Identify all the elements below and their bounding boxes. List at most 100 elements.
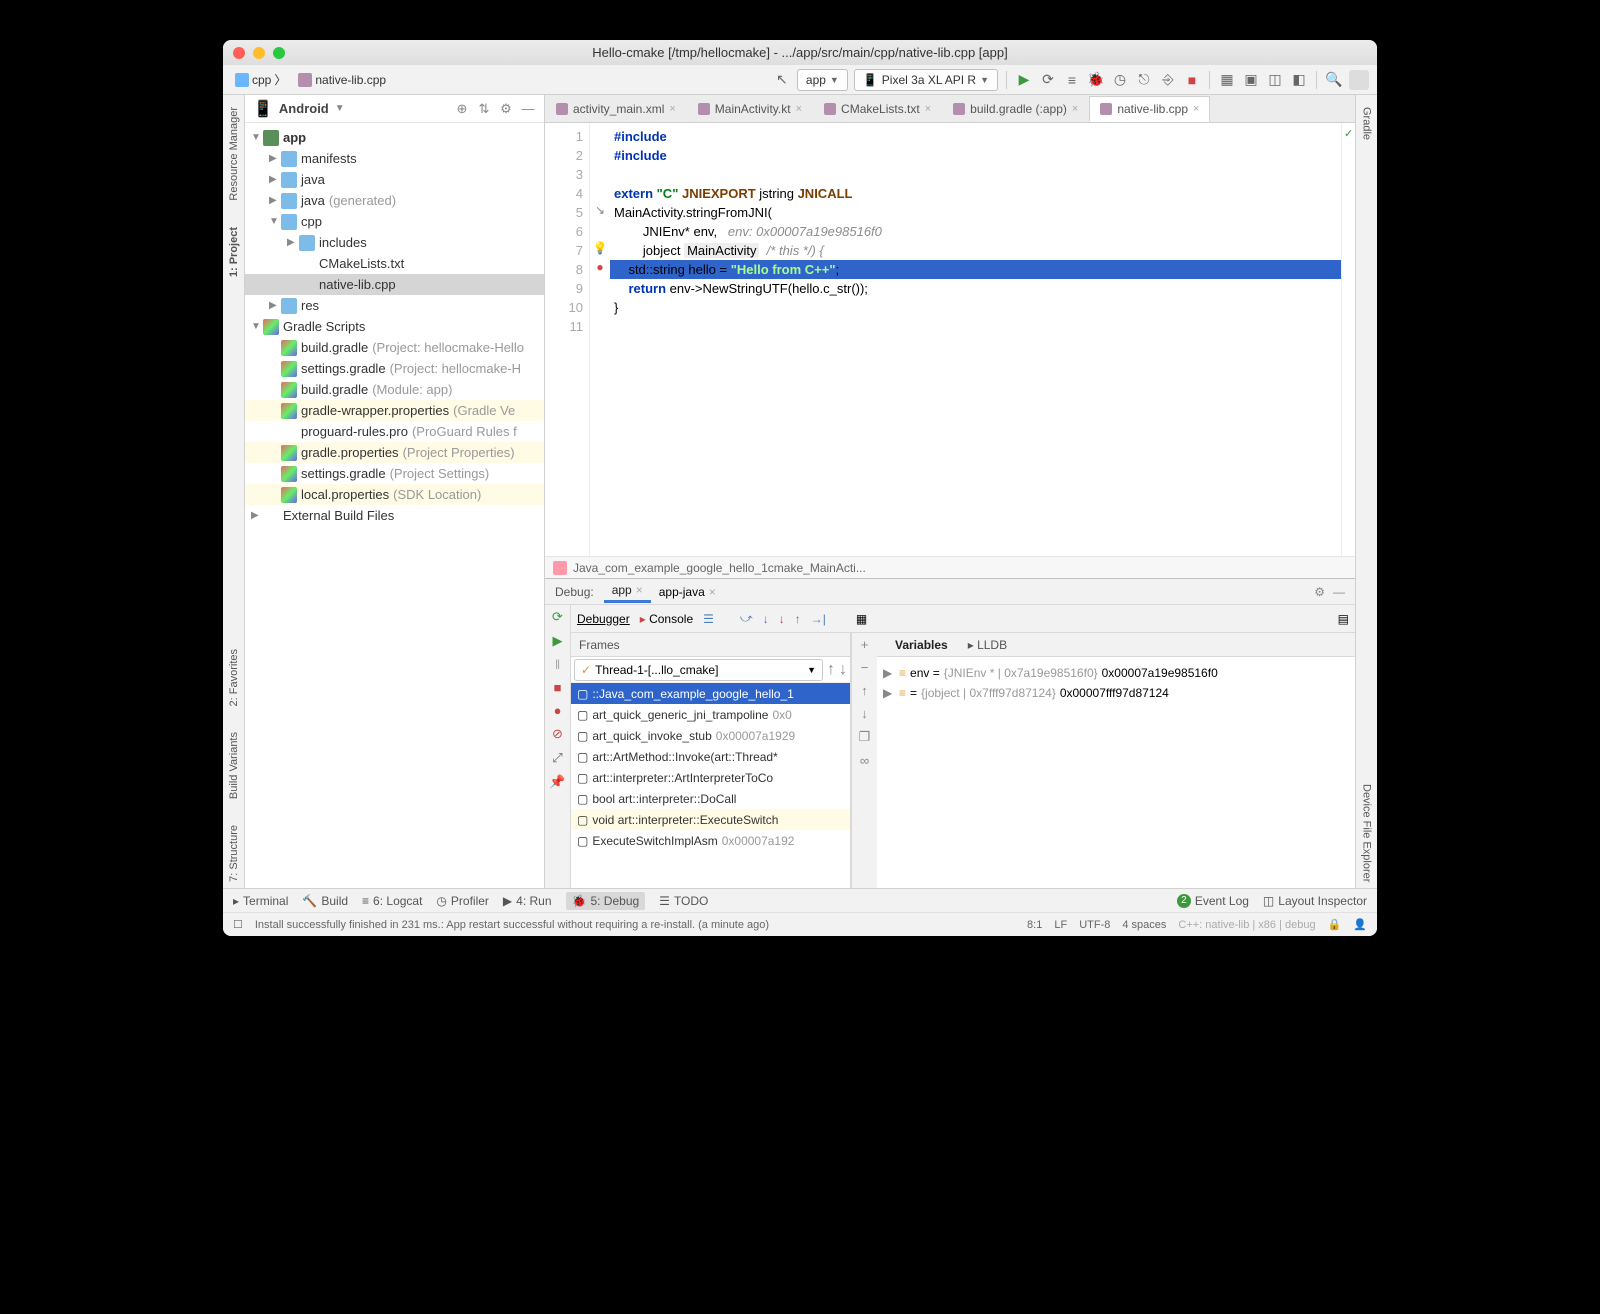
sdk-icon[interactable]: ▣ <box>1242 71 1260 89</box>
lock-icon[interactable]: 🔒 <box>1328 918 1342 931</box>
gear-icon[interactable]: ⚙ <box>498 101 514 117</box>
frame-row[interactable]: ▢ExecuteSwitchImplAsm0x00007a192 <box>571 830 850 851</box>
rerun-icon[interactable]: ⟳ <box>552 609 563 625</box>
device-explorer-tab[interactable]: Device File Explorer <box>1361 778 1373 888</box>
tree-item[interactable]: ▶External Build Files <box>245 505 544 526</box>
layout-icon[interactable]: ▤ <box>1338 612 1349 626</box>
frame-row[interactable]: ▢art_quick_invoke_stub0x00007a1929 <box>571 725 850 746</box>
variables-tab[interactable]: Variables <box>885 636 958 654</box>
zoom-icon[interactable] <box>273 47 285 59</box>
tree-item[interactable]: settings.gradle(Project: hellocmake-H <box>245 358 544 379</box>
tree-item[interactable]: CMakeLists.txt <box>245 253 544 274</box>
prev-frame-icon[interactable]: ↑ <box>827 661 835 679</box>
tree-item[interactable]: ▶res <box>245 295 544 316</box>
up-icon[interactable]: ↑ <box>861 683 868 698</box>
variable-row[interactable]: ▶≡ env = {JNIEnv * | 0x7a19e98516f0} 0x0… <box>883 663 1349 683</box>
pause-icon[interactable]: ‖ <box>555 657 560 672</box>
attach-icon[interactable]: ⎆ <box>1159 71 1177 89</box>
step-into-icon[interactable]: ↓ <box>763 612 769 626</box>
debug-gear-icon[interactable]: ⚙ <box>1314 585 1325 599</box>
minimize-icon[interactable] <box>253 47 265 59</box>
tree-item[interactable]: native-lib.cpp <box>245 274 544 295</box>
tree-item[interactable]: ▶java <box>245 169 544 190</box>
tree-item[interactable]: local.properties(SDK Location) <box>245 484 544 505</box>
editor-tab[interactable]: MainActivity.kt× <box>687 96 813 122</box>
run-config-selector[interactable]: app▼ <box>797 69 848 91</box>
step-over-icon[interactable]: ⤻ <box>740 611 753 626</box>
project-tree[interactable]: ▼app▶manifests▶java▶java(generated)▼cpp▶… <box>245 123 544 888</box>
tree-item[interactable]: gradle.properties(Project Properties) <box>245 442 544 463</box>
variables-list[interactable]: ▶≡ env = {JNIEnv * | 0x7a19e98516f0} 0x0… <box>877 657 1355 888</box>
debugger-tab[interactable]: Debugger <box>577 612 630 626</box>
new-watch-icon[interactable]: + <box>861 637 869 652</box>
apply-changes-icon[interactable]: ⟳ <box>1039 71 1057 89</box>
event-log-tab[interactable]: 2 Event Log <box>1177 894 1249 908</box>
run-tab[interactable]: ▶ 4: Run <box>503 894 552 908</box>
tree-item[interactable]: ▼Gradle Scripts <box>245 316 544 337</box>
debug-hide-icon[interactable]: — <box>1333 585 1345 599</box>
breadcrumb-bar[interactable]: Java_com_example_google_hello_1cmake_Mai… <box>545 556 1355 578</box>
debug-icon[interactable]: 🐞 <box>1087 71 1105 89</box>
link-icon[interactable]: ∞ <box>860 753 869 768</box>
variable-row[interactable]: ▶≡ = {jobject | 0x7fff97d87124} 0x00007f… <box>883 683 1349 703</box>
editor-tab[interactable]: native-lib.cpp× <box>1089 96 1210 122</box>
gutter-marks[interactable]: ↘💡● <box>590 123 610 556</box>
profiler-tab[interactable]: ◷ Profiler <box>436 894 489 908</box>
tree-item[interactable]: ▼cpp <box>245 211 544 232</box>
device-selector[interactable]: 📱Pixel 3a XL API R▼ <box>854 69 998 91</box>
tree-item[interactable]: build.gradle(Project: hellocmake-Hello <box>245 337 544 358</box>
pin-icon[interactable]: 📌 <box>549 774 565 790</box>
target-icon[interactable]: ⊕ <box>454 101 470 117</box>
code-content[interactable]: #include #include extern "C" JNIEXPORT j… <box>610 123 1341 556</box>
lldb-tab[interactable]: ▸ LLDB <box>958 636 1017 654</box>
filter-icon[interactable]: ⇅ <box>476 101 492 117</box>
debug-tab-app[interactable]: app× <box>604 581 651 603</box>
sync-icon[interactable]: ↖ <box>773 71 791 89</box>
code-editor[interactable]: 1234567891011 ↘💡● #include #include exte… <box>545 123 1355 556</box>
next-frame-icon[interactable]: ↓ <box>839 661 847 679</box>
tree-item[interactable]: proguard-rules.pro(ProGuard Rules f <box>245 421 544 442</box>
todo-tab[interactable]: ☰ TODO <box>659 894 708 908</box>
stop-icon[interactable]: ■ <box>1183 71 1201 89</box>
settings-icon[interactable]: ⤢ <box>552 750 562 766</box>
tree-item[interactable]: build.gradle(Module: app) <box>245 379 544 400</box>
structure-tab[interactable]: 7: Structure <box>228 819 240 888</box>
frame-row[interactable]: ▢art::interpreter::ArtInterpreterToCo <box>571 767 850 788</box>
frame-row[interactable]: ▢void art::interpreter::ExecuteSwitch <box>571 809 850 830</box>
breadcrumbs[interactable]: cpp〉 native-lib.cpp <box>231 69 390 90</box>
debug-tab[interactable]: 🐞 5: Debug <box>566 892 646 910</box>
step-out-icon[interactable]: ↑ <box>795 612 801 626</box>
editor-tab[interactable]: activity_main.xml× <box>545 96 687 122</box>
close-icon[interactable] <box>233 47 245 59</box>
stop-icon[interactable]: ■ <box>554 680 562 695</box>
gradle-tab[interactable]: Gradle <box>1361 101 1373 146</box>
frame-row[interactable]: ▢art::ArtMethod::Invoke(art::Thread* <box>571 746 850 767</box>
coverage-icon[interactable]: ⎋ <box>1135 71 1153 89</box>
layout-inspect-icon[interactable]: ◫ <box>1266 71 1284 89</box>
project-tab[interactable]: 1: Project <box>228 221 240 283</box>
user-icon[interactable] <box>1349 70 1369 90</box>
terminal-tab[interactable]: ▸ Terminal <box>233 894 288 908</box>
down-icon[interactable]: ↓ <box>861 706 868 721</box>
force-step-icon[interactable]: ↓ <box>779 612 785 626</box>
profile-icon[interactable]: ◷ <box>1111 71 1129 89</box>
logcat-tab[interactable]: ≡ 6: Logcat <box>362 894 422 908</box>
build-variants-tab[interactable]: Build Variants <box>228 726 240 805</box>
tree-item[interactable]: ▶includes <box>245 232 544 253</box>
editor-tab[interactable]: CMakeLists.txt× <box>813 96 942 122</box>
frames-icon[interactable]: ☰ <box>703 612 714 626</box>
evaluate-icon[interactable]: ▦ <box>856 612 867 626</box>
tree-item[interactable]: gradle-wrapper.properties(Gradle Ve <box>245 400 544 421</box>
frames-list[interactable]: ▢::Java_com_example_google_hello_1▢art_q… <box>571 683 850 888</box>
layout-inspector-tab[interactable]: ◫ Layout Inspector <box>1263 894 1367 908</box>
mute-bp-icon[interactable]: ⊘ <box>552 726 563 742</box>
run-to-cursor-icon[interactable]: →| <box>811 612 826 626</box>
resource-manager-tab[interactable]: Resource Manager <box>228 101 240 207</box>
thread-selector[interactable]: ✓Thread-1-[...llo_cmake]▼ <box>574 659 823 681</box>
tree-item[interactable]: ▶java(generated) <box>245 190 544 211</box>
remove-watch-icon[interactable]: − <box>861 660 869 675</box>
editor-tab[interactable]: build.gradle (:app)× <box>942 96 1089 122</box>
resume-icon[interactable]: ▶ <box>553 633 563 649</box>
avd-icon[interactable]: ▦ <box>1218 71 1236 89</box>
copy-icon[interactable]: ❐ <box>859 729 871 745</box>
